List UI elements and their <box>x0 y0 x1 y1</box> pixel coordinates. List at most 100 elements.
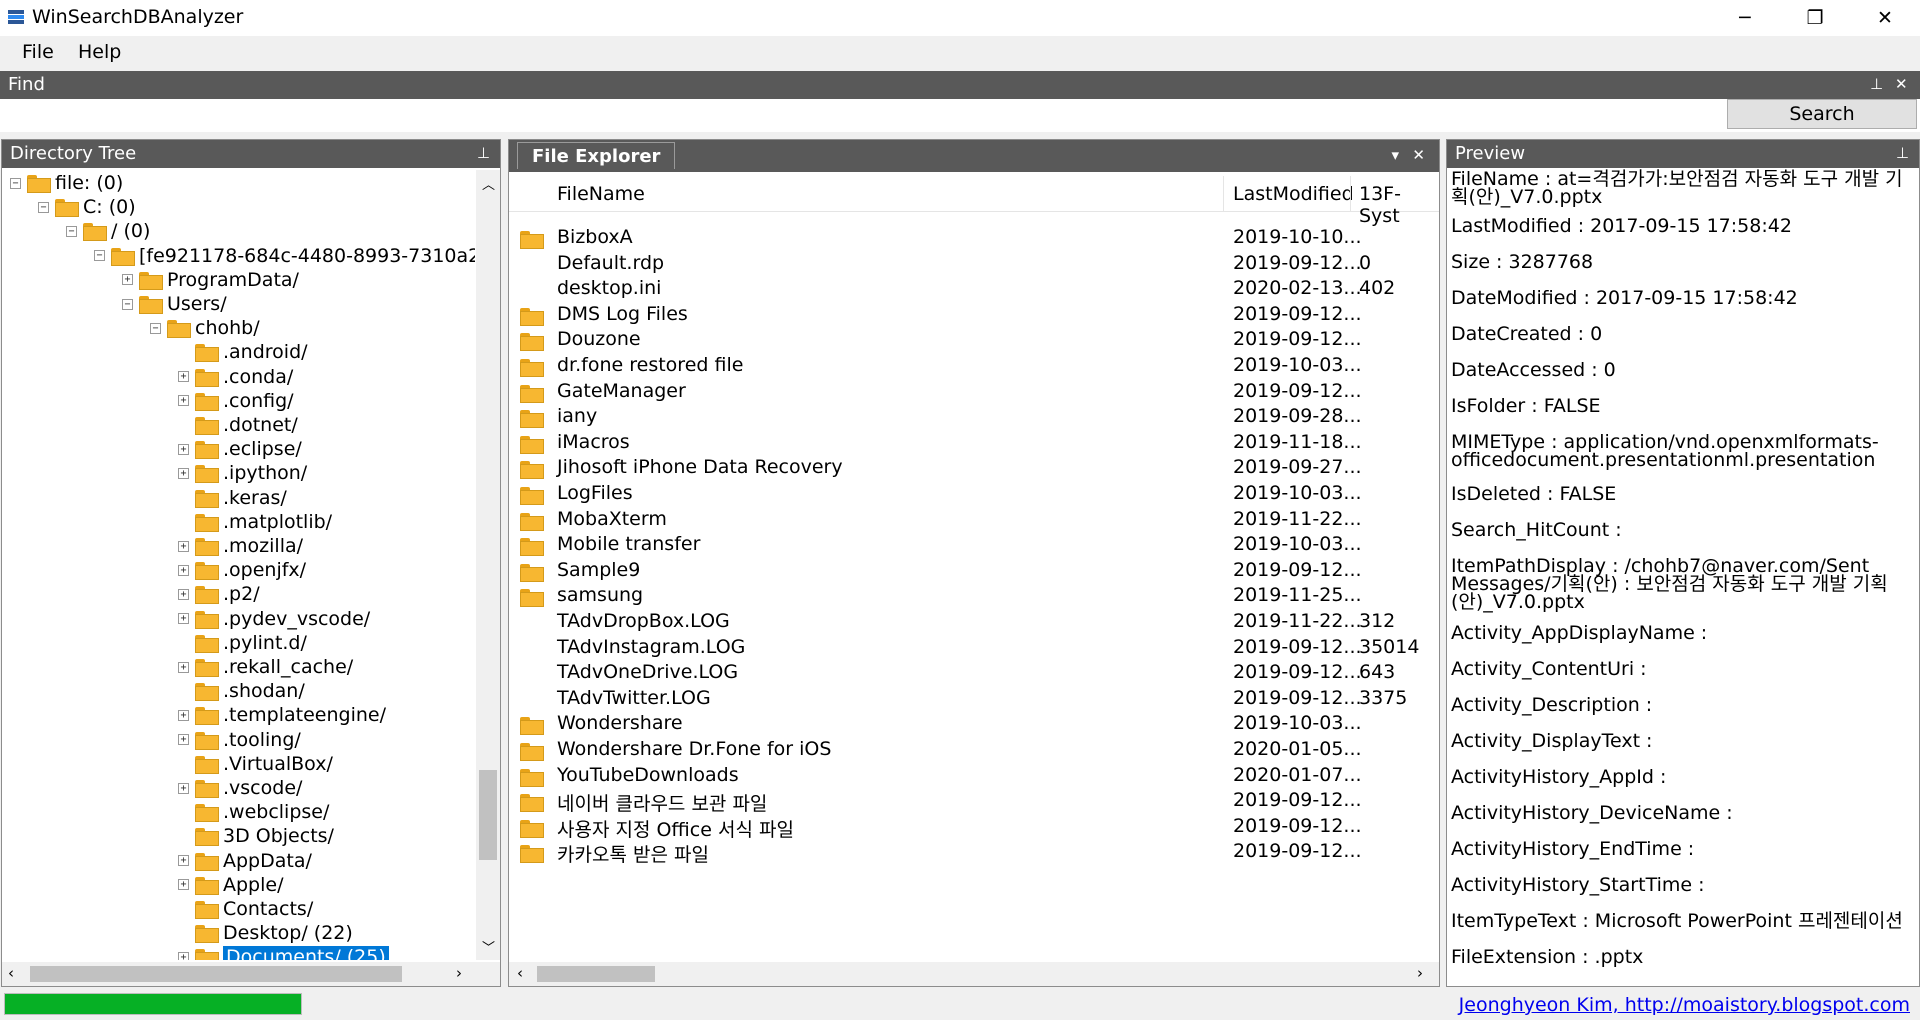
expand-icon[interactable]: + <box>178 443 189 455</box>
tree-item[interactable]: .pylint.d/ <box>178 631 307 655</box>
column-filename[interactable]: FileName <box>557 183 645 205</box>
tree-item[interactable]: + .templateengine/ <box>178 703 386 727</box>
dropdown-icon[interactable]: ▾ <box>1391 146 1399 164</box>
collapse-icon[interactable]: − <box>122 298 133 310</box>
explorer-close-icon[interactable]: ✕ <box>1412 146 1425 164</box>
collapse-icon[interactable]: − <box>66 225 77 237</box>
tree-horizontal-scrollbar[interactable]: ‹ › <box>2 962 500 986</box>
close-button[interactable]: ✕ <box>1850 0 1920 36</box>
expand-icon[interactable]: + <box>178 371 189 383</box>
file-row[interactable]: DMS Log Files 2019-09-12... <box>509 302 1439 328</box>
author-link[interactable]: Jeonghyeon Kim, http://moaistory.blogspo… <box>1459 994 1910 1016</box>
file-row[interactable]: iany 2019-09-28... <box>509 404 1439 430</box>
expand-icon[interactable]: + <box>178 613 189 625</box>
tree-item[interactable]: Contacts/ <box>178 897 313 921</box>
expand-icon[interactable]: + <box>178 661 189 673</box>
tree-item[interactable]: .webclipse/ <box>178 800 329 824</box>
file-row[interactable]: TAdvInstagram.LOG 2019-09-12... 35014 <box>509 635 1439 661</box>
scroll-left-icon[interactable]: ‹ <box>8 964 14 982</box>
column-separator[interactable] <box>1223 176 1224 212</box>
expand-icon[interactable]: + <box>178 540 189 552</box>
collapse-icon[interactable]: − <box>38 201 49 213</box>
menu-file[interactable]: File <box>22 41 54 63</box>
tree-item[interactable]: .keras/ <box>178 486 287 510</box>
pin-icon[interactable]: ⊥ <box>1896 144 1909 162</box>
scroll-right-icon[interactable]: › <box>456 964 462 982</box>
tree-item[interactable]: − [fe921178-684c-4480-8993-7310a2d49e <box>94 244 475 268</box>
file-row[interactable]: desktop.ini 2020-02-13... 402 <box>509 276 1439 302</box>
tree-item[interactable]: .dotnet/ <box>178 413 298 437</box>
expand-icon[interactable]: + <box>178 951 189 960</box>
tree-item[interactable]: + .config/ <box>178 389 294 413</box>
tree-item[interactable]: + .conda/ <box>178 365 293 389</box>
file-row[interactable]: dr.fone restored file 2019-10-03... <box>509 353 1439 379</box>
column-lastmodified[interactable]: LastModified <box>1233 183 1354 205</box>
tree-item[interactable]: + .pydev_vscode/ <box>178 607 370 631</box>
scroll-down-icon[interactable]: ﹀ <box>482 937 495 956</box>
file-row[interactable]: Default.rdp 2019-09-12... 0 <box>509 251 1439 277</box>
tree-item[interactable]: + .vscode/ <box>178 776 302 800</box>
tree-item[interactable]: + .openjfx/ <box>178 558 306 582</box>
tree-item[interactable]: + .ipython/ <box>178 461 307 485</box>
tree-item[interactable]: .android/ <box>178 340 308 364</box>
expand-icon[interactable]: + <box>178 855 189 867</box>
file-row[interactable]: YouTubeDownloads 2020-01-07... <box>509 763 1439 789</box>
tree-item[interactable]: .VirtualBox/ <box>178 752 333 776</box>
file-row[interactable]: MobaXterm 2019-11-22... <box>509 507 1439 533</box>
tree-item[interactable]: .matplotlib/ <box>178 510 332 534</box>
tree-item[interactable]: + AppData/ <box>178 849 312 873</box>
file-row[interactable]: Wondershare Dr.Fone for iOS 2020-01-05... <box>509 737 1439 763</box>
tree-item[interactable]: − chohb/ <box>150 316 260 340</box>
file-row[interactable]: BizboxA 2019-10-10... <box>509 225 1439 251</box>
tree-item[interactable]: − C: (0) <box>38 195 136 219</box>
tree-item[interactable]: + ProgramData/ <box>122 268 299 292</box>
tree-item[interactable]: + Apple/ <box>178 873 284 897</box>
collapse-icon[interactable]: − <box>94 250 105 262</box>
tree-item[interactable]: + .tooling/ <box>178 728 301 752</box>
expand-icon[interactable]: + <box>178 709 189 721</box>
scroll-right-icon[interactable]: › <box>1417 964 1423 982</box>
tree-item[interactable]: − Users/ <box>122 292 227 316</box>
file-row[interactable]: TAdvDropBox.LOG 2019-11-22... 312 <box>509 609 1439 635</box>
expand-icon[interactable]: + <box>178 588 189 600</box>
column-separator[interactable] <box>1350 176 1351 212</box>
directory-tree[interactable]: − file: (0) − C: (0) − / (0) − [fe921178-684c-4… <box>2 170 475 960</box>
tree-item[interactable]: + .eclipse/ <box>178 437 302 461</box>
tree-item[interactable]: 3D Objects/ <box>178 824 334 848</box>
tree-scroll-thumb[interactable] <box>479 770 497 860</box>
restore-button[interactable]: ❐ <box>1780 0 1850 36</box>
file-row[interactable]: GateManager 2019-09-12... <box>509 379 1439 405</box>
tree-item[interactable]: .shodan/ <box>178 679 305 703</box>
tree-item[interactable]: + .rekall_cache/ <box>178 655 353 679</box>
file-list-hscroll-thumb[interactable] <box>537 966 655 982</box>
file-row[interactable]: 카카오톡 받은 파일 2019-09-12... <box>509 839 1439 866</box>
file-row[interactable]: LogFiles 2019-10-03... <box>509 481 1439 507</box>
pin-icon[interactable]: ⊥ <box>477 144 490 162</box>
expand-icon[interactable]: + <box>178 395 189 407</box>
tab-file-explorer[interactable]: File Explorer <box>517 142 676 169</box>
expand-icon[interactable]: + <box>178 879 189 891</box>
file-row[interactable]: TAdvTwitter.LOG 2019-09-12... 3375 <box>509 686 1439 712</box>
tree-item[interactable]: − / (0) <box>66 219 150 243</box>
collapse-icon[interactable]: − <box>150 322 161 334</box>
expand-icon[interactable]: + <box>122 274 133 286</box>
file-row[interactable]: Jihosoft iPhone Data Recovery 2019-09-27.… <box>509 455 1439 481</box>
file-row[interactable]: TAdvOneDrive.LOG 2019-09-12... 643 <box>509 660 1439 686</box>
tree-item[interactable]: + Documents/ (25) <box>178 945 389 960</box>
file-row[interactable]: Sample9 2019-09-12... <box>509 558 1439 584</box>
tree-item[interactable]: + .mozilla/ <box>178 534 303 558</box>
minimize-button[interactable]: ─ <box>1710 0 1780 36</box>
tree-vertical-scrollbar[interactable]: ︿ ﹀ <box>476 170 500 960</box>
tree-item[interactable]: − file: (0) <box>10 171 123 195</box>
file-row[interactable]: Wondershare 2019-10-03... <box>509 711 1439 737</box>
scroll-up-icon[interactable]: ︿ <box>482 174 495 193</box>
pin-icon[interactable]: ⊥ <box>1870 75 1883 93</box>
find-close-icon[interactable]: ✕ <box>1895 75 1908 93</box>
tree-hscroll-thumb[interactable] <box>30 966 402 982</box>
menu-help[interactable]: Help <box>78 41 121 63</box>
file-row[interactable]: 네이버 클라우드 보관 파일 2019-09-12... <box>509 788 1439 815</box>
file-row[interactable]: 사용자 지정 Office 서식 파일 2019-09-12... <box>509 814 1439 841</box>
search-button[interactable]: Search <box>1727 99 1917 129</box>
file-list-horizontal-scrollbar[interactable]: ‹ › <box>509 962 1439 986</box>
scroll-left-icon[interactable]: ‹ <box>517 964 523 982</box>
